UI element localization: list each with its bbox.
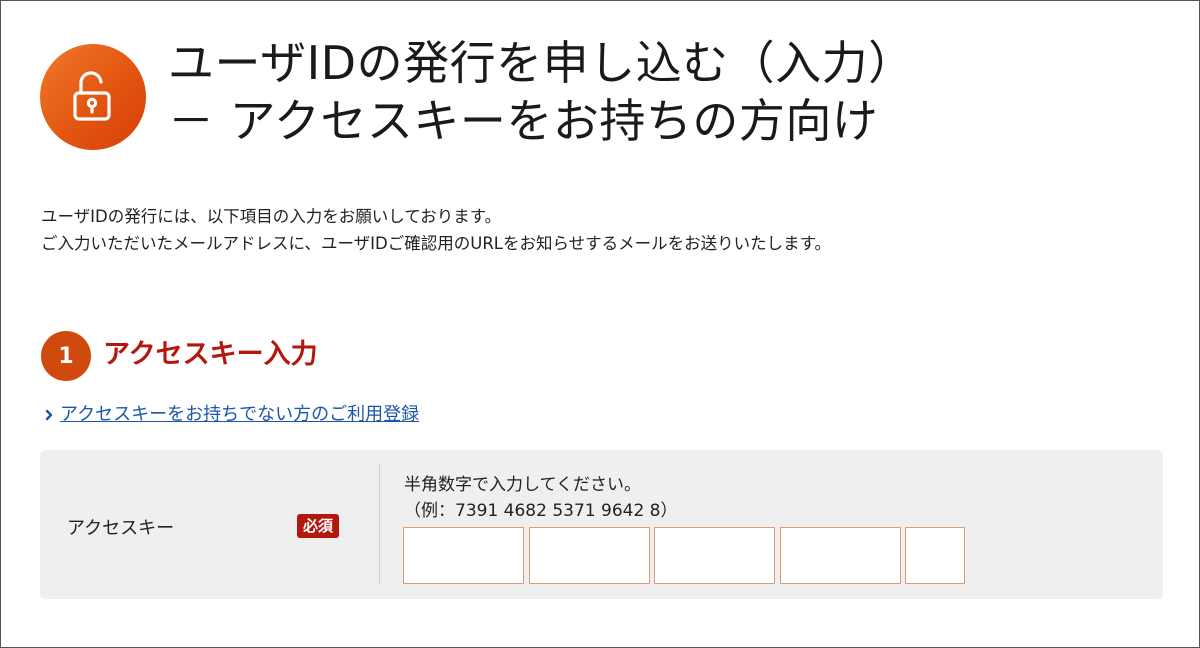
register-link[interactable]: アクセスキーをお持ちでない方のご利用登録: [44, 402, 419, 428]
access-key-input-4[interactable]: [780, 527, 901, 584]
field-divider: [379, 464, 380, 585]
page-title-line2: － アクセスキーをお持ちの方向け: [168, 94, 879, 148]
access-key-input-1[interactable]: [403, 527, 524, 584]
hint-line: 半角数字で入力してください。: [404, 475, 641, 495]
access-key-input-2[interactable]: [529, 527, 650, 584]
page-title: ユーザIDの発行を申し込む（入力） － アクセスキーをお持ちの方向け: [168, 34, 915, 150]
unlock-icon: [40, 44, 146, 150]
access-key-label: アクセスキー: [67, 518, 175, 539]
access-key-input-5[interactable]: [905, 527, 965, 584]
intro-line: ご入力いただいたメールアドレスに、ユーザIDご確認用のURLをお知らせするメール…: [41, 234, 832, 253]
access-key-hint: 半角数字で入力してください。 （例：7391 4682 5371 9642 8）: [404, 472, 678, 524]
step-title: アクセスキー入力: [103, 339, 318, 370]
intro-line: ユーザIDの発行には、以下項目の入力をお願いしております。: [41, 207, 502, 226]
example-line: （例：7391 4682 5371 9642 8）: [404, 501, 678, 521]
register-link-label[interactable]: アクセスキーをお持ちでない方のご利用登録: [60, 402, 419, 428]
access-key-form-panel: アクセスキー 必須 半角数字で入力してください。 （例：7391 4682 53…: [40, 450, 1163, 599]
access-key-input-3[interactable]: [654, 527, 775, 584]
chevron-right-icon: [44, 409, 54, 421]
required-badge: 必須: [297, 514, 340, 538]
intro-text: ユーザIDの発行には、以下項目の入力をお願いしております。 ご入力いただいたメー…: [41, 203, 831, 257]
page-title-line1: ユーザIDの発行を申し込む（入力）: [168, 36, 915, 90]
step-number-badge: 1: [41, 331, 91, 381]
